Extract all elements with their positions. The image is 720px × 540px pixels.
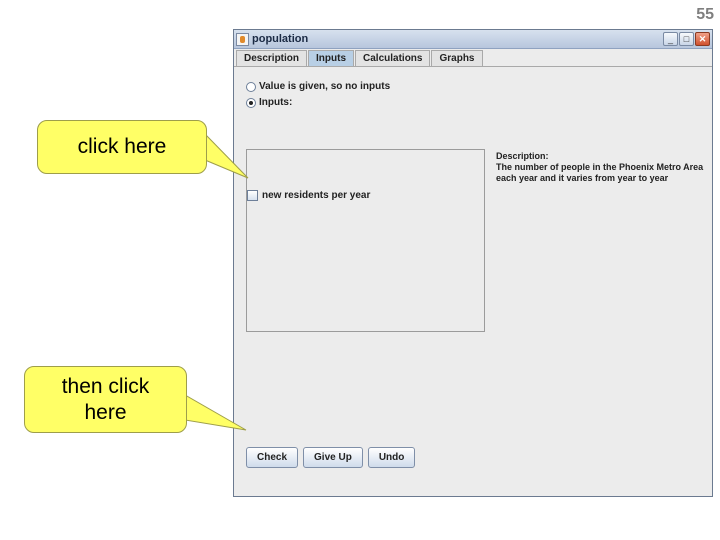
inputs-tab-content: Value is given, so no inputs Inputs: new… xyxy=(234,67,712,497)
tab-graphs[interactable]: Graphs xyxy=(431,50,483,66)
new-residents-label: new residents per year xyxy=(262,190,371,201)
value-given-label: Value is given, so no inputs xyxy=(259,81,391,92)
slide-number: 55 xyxy=(696,6,714,23)
tab-description[interactable]: Description xyxy=(236,50,308,66)
description-text: The number of people in the Phoenix Metr… xyxy=(496,162,704,183)
check-button[interactable]: Check xyxy=(246,447,299,468)
minimize-icon[interactable]: _ xyxy=(663,32,678,46)
new-residents-checkbox[interactable] xyxy=(247,190,258,201)
inputs-radio[interactable] xyxy=(246,97,256,108)
undo-button[interactable]: Undo xyxy=(367,447,416,468)
value-given-radio[interactable] xyxy=(246,81,256,92)
description-heading: Description: xyxy=(496,151,549,161)
callout-then-click-here: then click here xyxy=(24,366,187,433)
tab-bar: Description Inputs Calculations Graphs xyxy=(234,50,712,67)
value-given-option[interactable]: Value is given, so no inputs xyxy=(246,81,390,92)
inputs-option[interactable]: Inputs: xyxy=(246,97,292,108)
app-window: population _ □ ✕ Description Inputs Calc… xyxy=(233,29,713,497)
maximize-icon[interactable]: □ xyxy=(679,32,694,46)
inputs-list-panel: new residents per year xyxy=(246,149,485,332)
window-title: population xyxy=(252,33,309,45)
tab-inputs[interactable]: Inputs xyxy=(308,50,355,66)
give-up-button[interactable]: Give Up xyxy=(303,447,363,468)
action-buttons: Check Give Up Undo xyxy=(246,447,416,468)
input-item-new-residents[interactable]: new residents per year xyxy=(247,190,370,201)
callout-click-here: click here xyxy=(37,120,207,174)
close-icon[interactable]: ✕ xyxy=(695,32,710,46)
java-app-icon xyxy=(236,32,249,46)
title-bar[interactable]: population _ □ ✕ xyxy=(234,30,712,49)
tab-calculations[interactable]: Calculations xyxy=(355,50,431,66)
inputs-radio-label: Inputs: xyxy=(259,97,293,108)
